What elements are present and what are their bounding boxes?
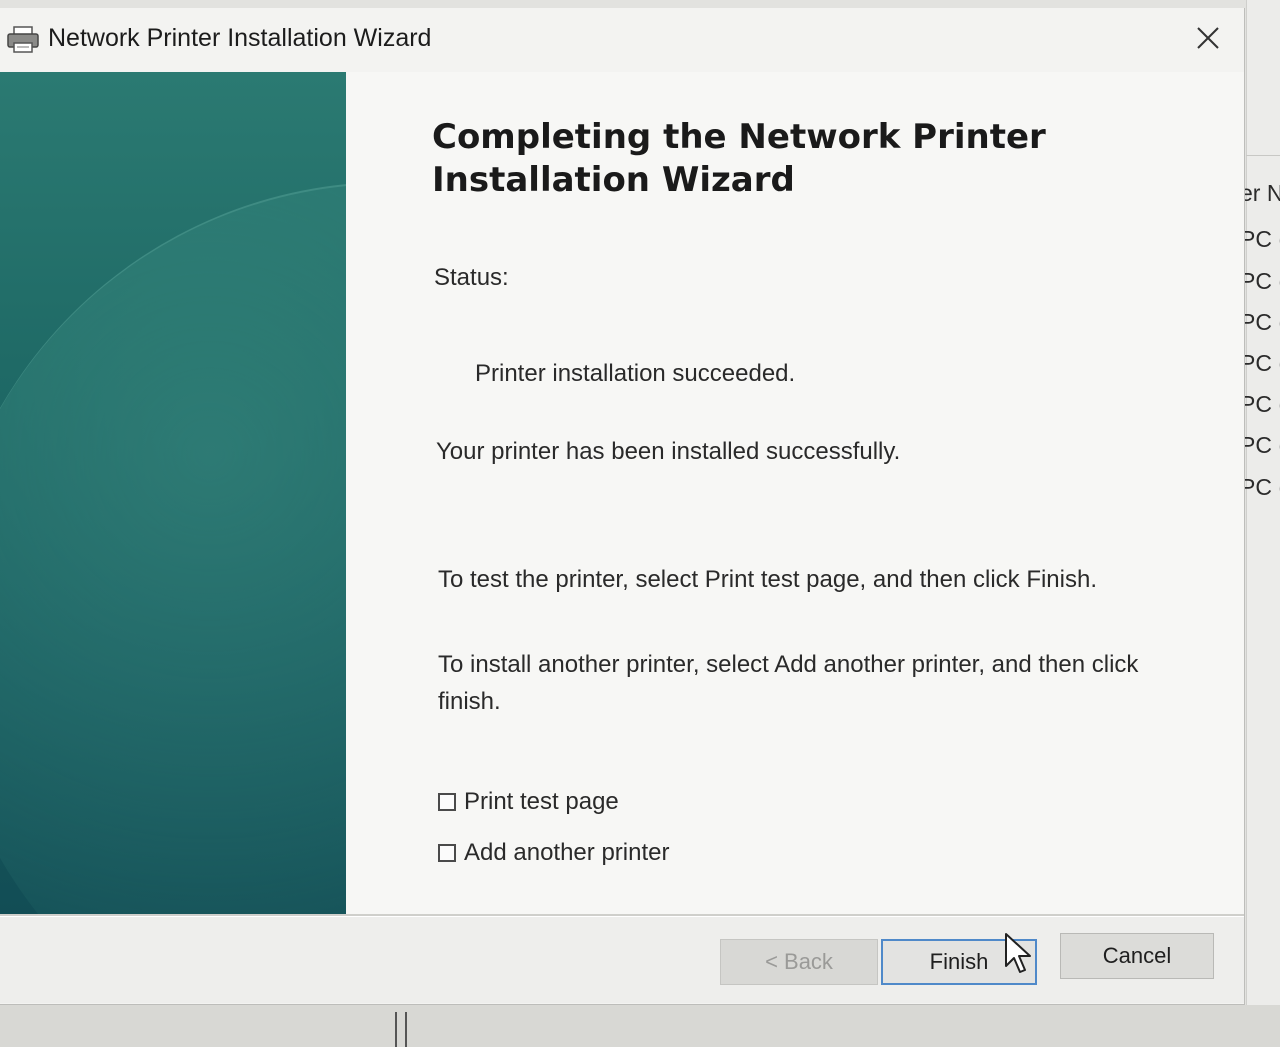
success-message: Your printer has been installed successf… bbox=[436, 438, 901, 465]
wizard-footer: < Back Finish Cancel bbox=[0, 917, 1244, 1003]
wizard-side-banner bbox=[0, 72, 346, 914]
printer-icon bbox=[6, 26, 40, 54]
background-row-text: PC (I bbox=[1240, 391, 1280, 417]
cancel-button[interactable]: Cancel bbox=[1060, 933, 1214, 979]
print-test-page-checkbox[interactable] bbox=[438, 793, 456, 811]
test-instruction: To test the printer, select Print test p… bbox=[438, 566, 1098, 593]
another-printer-instruction: To install another printer, select Add a… bbox=[438, 651, 1139, 715]
status-label: Status: bbox=[434, 264, 509, 291]
add-another-printer-label[interactable]: Add another printer bbox=[464, 839, 669, 867]
add-another-printer-checkbox[interactable] bbox=[438, 844, 456, 862]
background-app-header-line bbox=[1246, 155, 1280, 166]
print-test-page-option[interactable]: Print test page bbox=[438, 788, 619, 816]
add-another-printer-option[interactable]: Add another printer bbox=[438, 839, 669, 867]
background-taskbar-area bbox=[0, 1005, 1280, 1047]
desktop-background: er N PC (I PC (I PC (I PC (I PC (I PC (I… bbox=[0, 0, 1280, 1047]
wizard-dialog: Network Printer Installation Wizard Comp… bbox=[0, 8, 1245, 1005]
background-row-text: PC (I bbox=[1240, 432, 1280, 458]
window-title: Network Printer Installation Wizard bbox=[48, 24, 432, 52]
background-row-text: PC (I bbox=[1240, 350, 1280, 376]
banner-decoration bbox=[0, 182, 346, 914]
background-row-text: PC (I bbox=[1240, 474, 1280, 500]
close-button[interactable] bbox=[1188, 22, 1228, 58]
wizard-content: Completing the Network Printer Installat… bbox=[346, 72, 1244, 914]
page-title: Completing the Network Printer Installat… bbox=[432, 117, 1046, 200]
mouse-pointer-icon bbox=[1004, 932, 1034, 976]
status-value: Printer installation succeeded. bbox=[475, 360, 796, 387]
print-test-page-label[interactable]: Print test page bbox=[464, 788, 619, 816]
background-row-text: PC (I bbox=[1240, 268, 1280, 294]
background-row-text: PC (I bbox=[1240, 226, 1280, 252]
close-icon bbox=[1196, 26, 1220, 55]
background-row-text: PC (I bbox=[1240, 309, 1280, 335]
background-splitter-mark bbox=[395, 1012, 407, 1047]
back-button[interactable]: < Back bbox=[720, 939, 878, 985]
background-column-header: er N bbox=[1240, 180, 1280, 206]
title-bar[interactable]: Network Printer Installation Wizard bbox=[0, 8, 1244, 72]
